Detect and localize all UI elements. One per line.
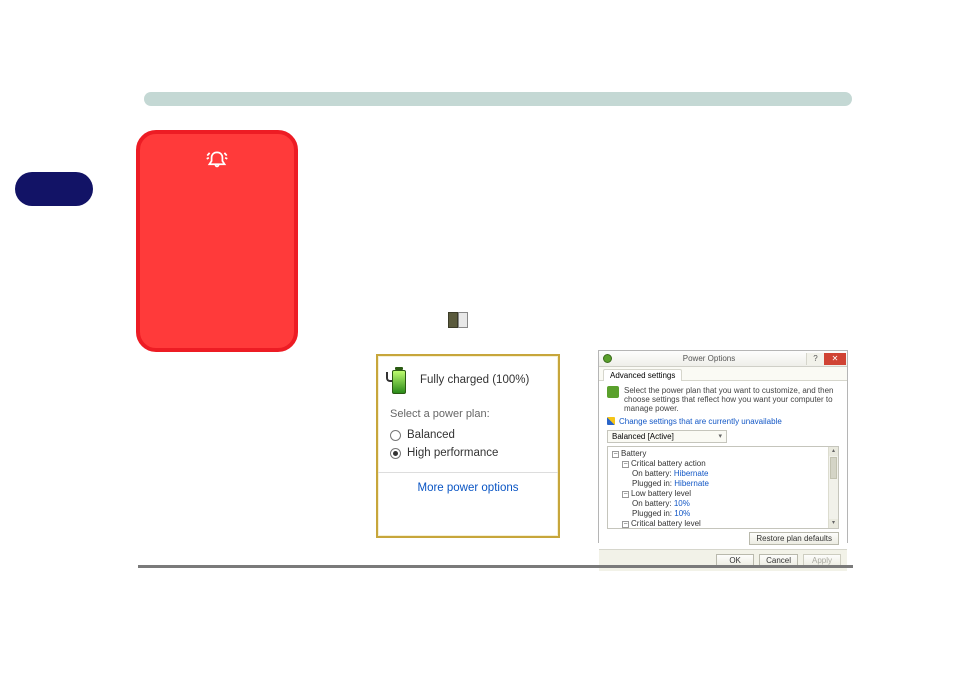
dialog-title: Power Options <box>616 354 802 363</box>
battery-flyout: Fully charged (100%) Select a power plan… <box>376 354 560 538</box>
scroll-up-icon[interactable]: ▴ <box>829 447 838 456</box>
tree-root-label: Battery <box>621 449 646 458</box>
radio-icon <box>390 430 401 441</box>
tree-row-key: Plugged in: <box>632 479 672 488</box>
warning-callout <box>136 130 298 352</box>
tree-toggle-icon[interactable]: − <box>612 451 619 458</box>
tab-advanced-settings[interactable]: Advanced settings <box>603 369 682 381</box>
tree-row-key: On battery: <box>632 499 672 508</box>
tree-row-key: On battery: <box>632 469 672 478</box>
power-options-dialog: Power Options ? ✕ Advanced settings Sele… <box>598 350 848 543</box>
power-plan-option-balanced[interactable]: Balanced <box>378 426 558 444</box>
battery-icon <box>388 366 410 394</box>
tree-toggle-icon[interactable]: − <box>622 461 629 468</box>
power-plan-label: Balanced <box>407 429 455 441</box>
power-plan-label: High performance <box>407 447 498 459</box>
tree-group-label: Critical battery action <box>631 459 706 468</box>
tree-row-value[interactable]: Hibernate <box>674 479 709 488</box>
radio-icon <box>390 448 401 459</box>
tree-scrollbar[interactable]: ▴ ▾ <box>828 447 838 528</box>
power-plan-section-label: Select a power plan: <box>378 400 558 426</box>
tree-row-value[interactable]: 10% <box>674 509 690 518</box>
tree-row-key: Plugged in: <box>632 509 672 518</box>
power-plan-combo[interactable]: Balanced [Active] ▾ <box>607 430 727 443</box>
help-button[interactable]: ? <box>806 353 824 365</box>
tree-toggle-icon[interactable]: − <box>622 521 629 528</box>
more-power-options-link[interactable]: More power options <box>378 472 558 503</box>
restore-plan-defaults-button[interactable]: Restore plan defaults <box>749 532 839 545</box>
page-margin-tab <box>15 172 93 206</box>
tree-row-value[interactable]: 10% <box>674 499 690 508</box>
footer-divider <box>138 565 853 568</box>
chevron-down-icon: ▾ <box>718 432 722 440</box>
battery-tile-icon <box>607 386 619 398</box>
scroll-thumb[interactable] <box>830 457 837 479</box>
dialog-description: Select the power plan that you want to c… <box>624 386 839 414</box>
tree-group-label: Low battery level <box>631 489 691 498</box>
power-plan-option-high-performance[interactable]: High performance <box>378 444 558 462</box>
scroll-down-icon[interactable]: ▾ <box>829 519 838 528</box>
header-divider <box>144 92 852 106</box>
close-button[interactable]: ✕ <box>824 353 846 365</box>
tree-toggle-icon[interactable]: − <box>622 491 629 498</box>
change-unavailable-settings-link[interactable]: Change settings that are currently unava… <box>607 417 839 426</box>
tree-row-value[interactable]: Hibernate <box>674 469 709 478</box>
settings-tree[interactable]: −Battery −Critical battery action On bat… <box>608 447 838 529</box>
combo-value: Balanced [Active] <box>612 432 674 441</box>
tree-group-label: Critical battery level <box>631 519 701 528</box>
battery-status-text: Fully charged (100%) <box>420 374 529 386</box>
dialog-tabstrip: Advanced settings <box>599 367 847 381</box>
bell-icon <box>204 148 230 178</box>
uac-shield-icon <box>607 417 615 425</box>
dialog-titlebar: Power Options ? ✕ <box>599 351 847 367</box>
link-text: Change settings that are currently unava… <box>619 417 782 426</box>
power-options-app-icon <box>603 354 612 363</box>
power-options-inline-icon <box>448 312 468 328</box>
